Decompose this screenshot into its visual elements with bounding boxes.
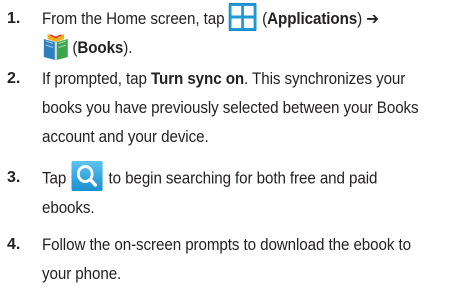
step-line: books you have previously selected betwe…: [42, 99, 419, 117]
step-line: From the Home screen, tap (Applications)…: [42, 2, 451, 34]
books-label: Books: [77, 39, 124, 57]
step-number: 1.: [7, 10, 21, 27]
step-text: Tap to begin searching for both free and…: [42, 161, 451, 223]
step-line: ebooks.: [42, 199, 95, 217]
step-line: Tap to begin searching for both free and…: [42, 161, 451, 194]
step-text-fragment: If prompted, tap: [42, 70, 151, 88]
applications-label: Applications: [267, 10, 358, 28]
applications-grid-icon: [228, 2, 258, 32]
step-text-fragment: From the Home screen, tap: [42, 10, 225, 28]
search-icon: [71, 161, 104, 191]
books-icon: [42, 33, 70, 61]
step-text-fragment: ).: [123, 39, 133, 57]
step-line: Follow the on-screen prompts to download…: [42, 236, 411, 254]
step-number: 4.: [7, 236, 21, 253]
step-line: (Books).: [42, 33, 451, 63]
step-text-fragment: Tap: [42, 169, 67, 188]
step-text: Follow the on-screen prompts to download…: [42, 231, 451, 289]
step-line: If prompted, tap Turn sync on. This sync…: [42, 65, 451, 94]
step-text-fragment: to begin searching for both free and pai…: [108, 169, 378, 188]
step-number: 2.: [7, 70, 21, 87]
step-line: your phone.: [42, 265, 122, 283]
step-number: 3.: [7, 169, 21, 186]
instruction-page: 1. From the Home screen, tap (Applicatio…: [0, 0, 459, 290]
step-text: From the Home screen, tap (Applications)…: [42, 2, 451, 63]
turn-sync-on-label: Turn sync on: [150, 70, 245, 88]
step-text-fragment: . This synchronizes your: [244, 70, 406, 88]
step-text-fragment: ) ➔: [357, 10, 379, 28]
step-line: account and your device.: [42, 128, 209, 146]
step-text: If prompted, tap Turn sync on. This sync…: [42, 65, 451, 152]
